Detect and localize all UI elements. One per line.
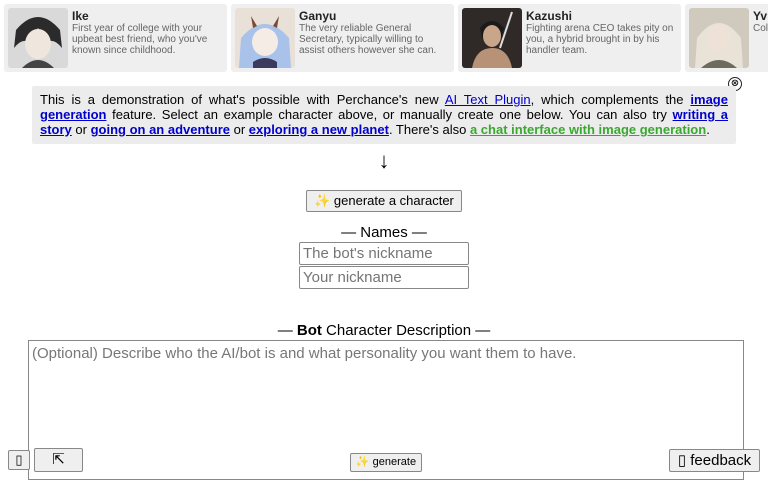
character-card-ike[interactable]: Ike First year of college with your upbe… [4, 4, 227, 72]
names-heading: — Names — [341, 224, 427, 241]
heading-text: — [277, 322, 297, 339]
generate-description-button[interactable]: ✨ generate [350, 453, 422, 472]
heading-bold: Bot [296, 322, 322, 339]
user-nickname-input[interactable] [299, 266, 469, 289]
sidebar-toggle-button[interactable]: ▯ [8, 450, 30, 470]
banner-text: or [71, 122, 91, 137]
banner-text: . There's also [388, 122, 470, 137]
character-name: Yv [753, 9, 768, 23]
character-card-kazushi[interactable]: Kazushi Fighting arena CEO takes pity on… [458, 4, 681, 72]
bot-description-heading: — Bot Character Description — [0, 322, 768, 339]
banner-text: , which complements the [530, 92, 691, 107]
character-avatar [689, 8, 749, 68]
character-card-list: Ike First year of college with your upbe… [4, 4, 768, 72]
heading-text: Character Description — [321, 322, 491, 339]
character-description: First year of college with your upbeat b… [72, 23, 208, 56]
feedback-button[interactable]: ▯ feedback [669, 449, 760, 472]
character-description: The very reliable General Secretary, typ… [299, 23, 437, 56]
new-planet-link[interactable]: exploring a new planet [249, 122, 389, 137]
intro-banner: This is a demonstration of what's possib… [32, 86, 736, 144]
character-avatar [462, 8, 522, 68]
character-name: Ganyu [299, 9, 337, 23]
down-arrow-icon: ↓ [378, 148, 390, 173]
banner-text: or [230, 122, 249, 137]
expand-icon[interactable]: ⇱ [34, 448, 83, 472]
banner-text: . [706, 122, 710, 137]
banner-text: feature. Select an example character abo… [106, 107, 673, 122]
chat-interface-link[interactable]: a chat interface with image generation [470, 122, 706, 137]
ai-text-plugin-link[interactable]: AI Text Plugin [445, 92, 531, 107]
generate-character-button[interactable]: ✨ generate a character [306, 190, 462, 212]
character-card-ganyu[interactable]: Ganyu The very reliable General Secretar… [231, 4, 454, 72]
banner-text: This is a demonstration of what's possib… [40, 92, 445, 107]
character-card-yv[interactable]: Yv Col ma und [685, 4, 768, 72]
adventure-link[interactable]: going on an adventure [91, 122, 230, 137]
character-avatar [235, 8, 295, 68]
character-name: Kazushi [526, 9, 573, 23]
character-avatar [8, 8, 68, 68]
character-description: Col ma und [753, 23, 768, 34]
character-description: Fighting arena CEO takes pity on you, a … [526, 23, 674, 56]
character-name: Ike [72, 9, 89, 23]
bot-nickname-input[interactable] [299, 242, 469, 265]
